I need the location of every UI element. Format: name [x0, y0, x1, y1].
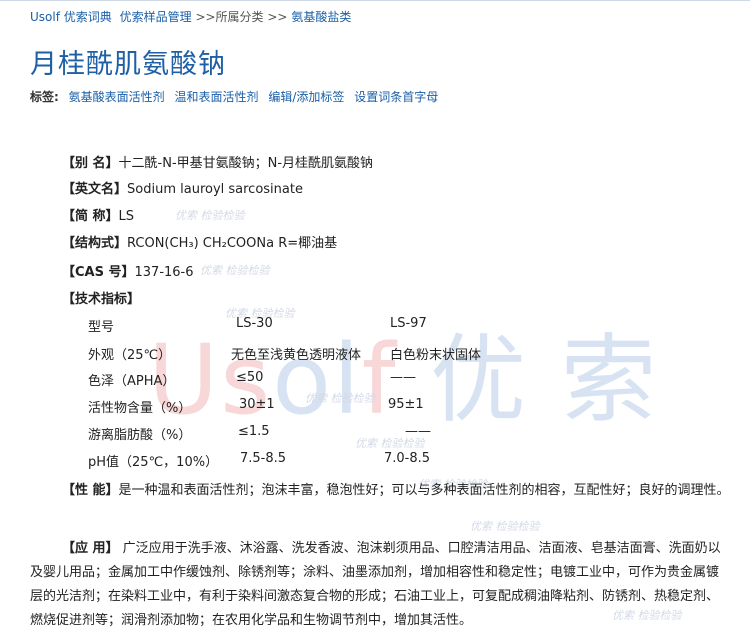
watermark-small: 优索 检验检验	[200, 264, 270, 277]
application-text: 广泛应用于洗手液、沐浴露、洗发香波、泡沫剃须用品、口腔清洁用品、洁面液、皂基洁面…	[30, 541, 721, 628]
spec-cell-ls30: ≤50	[236, 370, 264, 385]
spec-cell-ls30: 7.5-8.5	[240, 451, 287, 466]
edit-tags-link[interactable]: 编辑/添加标签	[268, 90, 344, 104]
spec-cell-label: 游离脂肪酸（%）	[88, 428, 192, 443]
cas-key: 【CAS 号】	[62, 265, 135, 280]
top-divider	[0, 0, 750, 1]
tag-link[interactable]: 温和表面活性剂	[174, 90, 258, 104]
spec-cell-label: pH值（25℃，10%）	[88, 455, 219, 470]
spec-cell-label: 外观（25℃）	[88, 348, 172, 363]
spec-cell-ls30: LS-30	[236, 316, 273, 331]
page-title: 月桂酰肌氨酸钠	[30, 49, 226, 80]
spec-cell-ls97: LS-97	[390, 316, 427, 331]
breadcrumb-separator: >>所属分类	[195, 10, 268, 24]
set-initial-link[interactable]: 设置词条首字母	[354, 90, 438, 104]
spec-cell-ls97: ——	[405, 424, 431, 439]
watermark-small: 优索 检验检验	[305, 392, 375, 405]
tag-link[interactable]: 氨基酸表面活性剂	[69, 90, 165, 104]
spec-cell-ls97: 7.0-8.5	[384, 451, 431, 466]
watermark-small: 优索 检验检验	[175, 209, 245, 222]
cas-value: 137-16-6	[134, 265, 194, 280]
alias-row: 【别 名】十二酰-N-甲基甘氨酸钠；N-月桂酰肌氨酸钠	[62, 152, 373, 171]
breadcrumb-category-link[interactable]: 氨基酸盐类	[291, 10, 351, 24]
watermark-small: 优索 检验检验	[470, 520, 540, 533]
abbr-row: 【简 称】LS	[62, 205, 134, 224]
english-name-row: 【英文名】Sodium lauroyl sarcosinate	[62, 178, 303, 197]
spec-cell-label: 型号	[88, 320, 115, 335]
english-name-key: 【英文名】	[62, 182, 128, 197]
performance-key: 【性 能】	[62, 483, 119, 498]
spec-cell-ls97: 95±1	[388, 397, 424, 412]
formula-value: RCON(CH₃) CH₂COONa R=椰油基	[127, 236, 338, 251]
tags-label: 标签:	[30, 90, 59, 104]
breadcrumb-manage-link[interactable]: 优索样品管理	[120, 10, 192, 24]
formula-row: 【结构式】RCON(CH₃) CH₂COONa R=椰油基	[62, 232, 337, 251]
abbr-value: LS	[118, 209, 135, 224]
formula-key: 【结构式】	[62, 236, 128, 251]
abbr-key: 【简 称】	[62, 209, 119, 224]
application-key: 【应 用】	[62, 541, 119, 556]
spec-cell-label: 活性物含量（%）	[88, 401, 192, 416]
breadcrumb-site-link[interactable]: Usolf 优索词典	[30, 10, 112, 24]
tag-bar: 标签: 氨基酸表面活性剂 温和表面活性剂 编辑/添加标签 设置词条首字母	[30, 88, 450, 107]
performance-paragraph: 【性 能】是一种温和表面活性剂；泡沫丰富，稳泡性好；可以与多种表面活性剂的相容，…	[30, 479, 730, 503]
application-paragraph: 【应 用】 广泛应用于洗手液、沐浴露、洗发香波、泡沫剃须用品、口腔清洁用品、洁面…	[30, 537, 730, 633]
alias-key: 【别 名】	[62, 156, 119, 171]
spec-cell-ls30: ≤1.5	[238, 424, 270, 439]
breadcrumb: Usolf 优索词典 优索样品管理 >>所属分类 >> 氨基酸盐类	[30, 8, 351, 25]
alias-value: 十二酰-N-甲基甘氨酸钠；N-月桂酰肌氨酸钠	[118, 156, 374, 171]
spec-cell-ls97: 白色粉末状固体	[390, 348, 482, 363]
spec-cell-ls97: ——	[390, 370, 416, 385]
spec-title-key: 【技术指标】	[62, 292, 141, 307]
spec-cell-label: 色泽（APHA）	[88, 374, 176, 389]
breadcrumb-separator: >>	[267, 10, 292, 24]
spec-cell-ls30: 无色至浅黄色透明液体	[231, 348, 362, 363]
performance-text: 是一种温和表面活性剂；泡沫丰富，稳泡性好；可以与多种表面活性剂的相容，互配性好；…	[118, 483, 730, 498]
cas-row: 【CAS 号】137-16-6	[62, 261, 194, 280]
spec-cell-ls30: 30±1	[239, 397, 275, 412]
english-name-value: Sodium lauroyl sarcosinate	[127, 182, 303, 197]
spec-title: 【技术指标】	[62, 288, 140, 307]
